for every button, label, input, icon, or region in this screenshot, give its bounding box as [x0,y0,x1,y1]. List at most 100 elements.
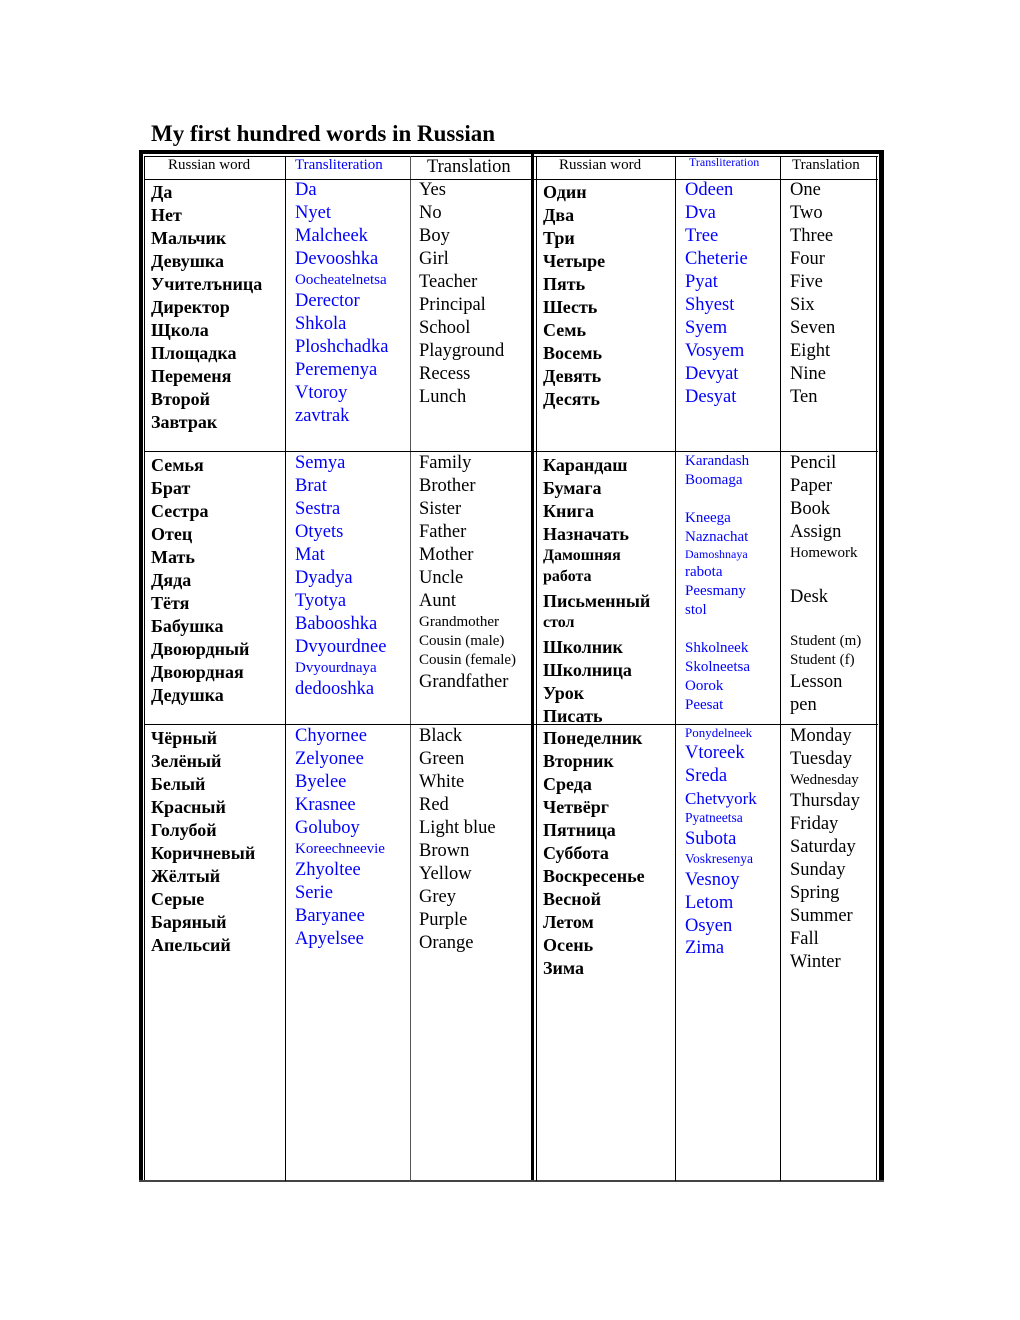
russian-word: Баряный [151,912,227,932]
page-title: My first hundred words in Russian [151,121,496,146]
russian-word: Тётя [151,593,190,613]
russian-word: Два [543,205,575,225]
transliteration: Vosyem [685,341,745,361]
translation: Brown [419,841,470,861]
transliteration: Brat [295,476,327,496]
transliteration: Nyet [295,203,331,223]
russian-word: Назначать [543,524,629,544]
transliteration: Malcheek [295,226,368,246]
translation: Teacher [419,272,478,292]
transliteration: Peesat [685,697,724,713]
transliteration: Boomaga [685,472,743,488]
translation: Three [790,226,834,246]
transliteration: Vtoroy [295,383,348,403]
translation: White [419,772,465,792]
transliteration: Da [295,180,317,200]
transliteration: Oorok [685,678,724,694]
russian-word: Площадка [151,343,237,363]
transliteration: Odeen [685,180,734,200]
transliteration: Shkola [295,314,347,334]
column-divider [285,156,286,1181]
translation: Friday [790,814,839,834]
russian-word: Апельсий [151,935,231,955]
translation: Girl [419,249,449,269]
transliteration: Peremenya [295,360,378,380]
translation: Orange [419,933,474,953]
transliteration: Chetvyork [685,789,757,808]
russian-word: Летом [543,912,594,932]
russian-word: Десять [543,389,600,409]
translation: Monday [790,726,852,746]
header-russian-word: Russian word [168,157,251,173]
russian-word: Отец [151,524,193,544]
table-border-right [879,150,884,1182]
transliteration: Krasnee [295,795,356,815]
translation: Sunday [790,860,846,880]
transliteration: Koreechneevie [295,841,385,857]
russian-word: Шесть [543,297,598,317]
transliteration: Vtoreek [685,743,745,763]
russian-word: Девушка [151,251,224,271]
russian-word: Брат [151,478,191,498]
transliteration: rabota [685,564,723,580]
transliteration: Letom [685,893,734,913]
russian-word: Сестра [151,501,209,521]
table-border-top [139,150,884,154]
translation: Principal [419,295,486,315]
transliteration: Damoshnaya [685,547,748,561]
translation: Six [790,295,815,315]
table-border-left [139,150,143,1182]
transliteration: Dvyourdnee [295,637,387,657]
translation: Sister [419,499,462,519]
russian-word: стол [543,614,575,631]
russian-word: Писать [543,706,603,726]
translation: Playground [419,341,505,361]
vocabulary-table: Russian word Transliteration Translation Ru… [139,150,884,1182]
translation: Cousin (female) [419,652,517,668]
translation: Nine [790,364,826,384]
russian-word: Нет [151,205,182,225]
russian-word: Дяда [151,570,192,590]
russian-word: Пять [543,274,586,294]
russian-word: Восемь [543,343,602,363]
translation: Winter [790,952,841,972]
translation: Paper [790,476,833,496]
translation: Fall [790,929,819,949]
russian-word: Щкола [151,320,209,340]
translation: Light blue [419,818,496,838]
transliteration: Naznachat [685,529,749,545]
translation: Student (f) [790,652,855,668]
russian-word: Дедушка [151,685,224,705]
transliteration: Chyornee [295,726,367,746]
translation: Boy [419,226,450,246]
translation: Two [790,203,823,223]
translation: Recess [419,364,471,384]
table-border-right-inner [876,156,877,1181]
transliteration: Otyets [295,522,344,542]
transliteration: Zima [685,938,725,958]
russian-word: работа [543,568,592,585]
russian-word: Семья [151,455,204,475]
russian-word: Белый [151,774,206,794]
translation: Ten [790,387,818,407]
russian-word: Переменя [151,366,232,386]
transliteration: Pyat [685,272,718,292]
transliteration: Zhyoltee [295,860,361,880]
translation: Wednesday [790,772,859,788]
translation: Grandmother [419,614,499,630]
russian-word: Книга [543,501,594,521]
transliteration: Dyadya [295,568,353,588]
header-transliteration: Transliteration [689,155,760,169]
russian-word: Школник [543,637,623,657]
russian-word: Четвёрг [543,797,609,817]
transliteration: zavtrak [295,406,350,426]
transliteration: Apyelsee [295,929,364,949]
transliteration: Syem [685,318,728,338]
russian-word: Завтрак [151,412,218,432]
russian-word: Один [543,182,587,202]
transliteration: Skolneetsa [685,659,750,675]
translation: Mother [419,545,474,565]
russian-word: Серые [151,889,205,909]
russian-word: Двоюрдный [151,639,250,659]
russian-word: Весной [543,889,601,909]
